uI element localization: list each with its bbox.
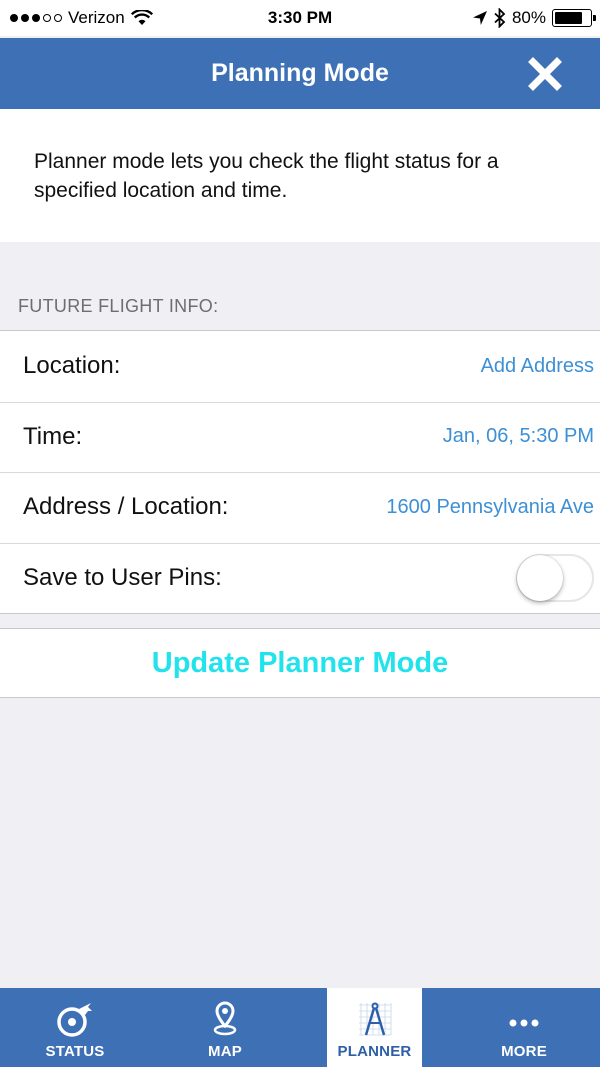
tab-map-label: MAP — [208, 1043, 242, 1060]
wifi-icon — [130, 10, 153, 25]
tab-status[interactable]: STATUS — [0, 988, 150, 1067]
battery-percent: 80% — [511, 8, 546, 27]
time-value[interactable]: Jan, 06, 5:30 PM — [443, 425, 594, 448]
address-value[interactable]: 1600 Pennsylvania Ave — [386, 496, 594, 519]
save-pins-label: Save to User Pins: — [23, 563, 222, 591]
bluetooth-icon — [494, 8, 506, 28]
planner-compass-icon — [355, 999, 395, 1039]
status-left: Verizon — [10, 8, 153, 28]
time-label: Time: — [23, 422, 83, 450]
section-header: FUTURE FLIGHT INFO: — [18, 296, 219, 316]
battery-icon — [552, 9, 596, 27]
status-right: 80% — [472, 8, 596, 28]
page-title: Planning Mode — [211, 59, 389, 87]
save-pins-toggle[interactable] — [516, 553, 594, 602]
flight-info-table: Location: Add Address Time: Jan, 06, 5:3… — [0, 330, 600, 614]
tab-status-label: STATUS — [45, 1043, 105, 1060]
time-row[interactable]: Time: Jan, 06, 5:30 PM — [0, 401, 600, 473]
tab-map[interactable]: MAP — [150, 988, 300, 1067]
tab-bar: STATUS MAP PLANNER MORE — [0, 988, 600, 1067]
intro-text: Planner mode lets you check the flight s… — [34, 150, 499, 202]
status-bar: Verizon 3:30 PM 80% — [0, 0, 600, 36]
location-label: Location: — [23, 352, 121, 380]
save-pins-row: Save to User Pins: — [0, 542, 600, 614]
add-address-link[interactable]: Add Address — [481, 355, 594, 378]
intro-panel: Planner mode lets you check the flight s… — [0, 109, 600, 242]
tab-more[interactable]: MORE — [449, 988, 599, 1067]
tab-planner-label: PLANNER — [337, 1043, 412, 1060]
status-plane-icon — [55, 999, 95, 1039]
close-button[interactable] — [528, 57, 562, 91]
signal-strength-icon — [10, 14, 62, 22]
planning-mode-screen: Verizon 3:30 PM 80% Planning Mode Planne… — [0, 0, 600, 1067]
close-x-icon — [528, 57, 562, 91]
update-planner-mode-button[interactable]: Update Planner Mode — [0, 628, 600, 698]
tab-planner[interactable]: PLANNER — [327, 988, 422, 1067]
location-row[interactable]: Location: Add Address — [0, 331, 600, 402]
location-arrow-icon — [472, 11, 487, 25]
more-dots-icon — [504, 999, 544, 1039]
toggle-knob — [517, 554, 563, 601]
carrier-name: Verizon — [68, 8, 125, 27]
tab-more-label: MORE — [501, 1043, 547, 1060]
address-row[interactable]: Address / Location: 1600 Pennsylvania Av… — [0, 472, 600, 543]
update-planner-mode-label: Update Planner Mode — [151, 646, 449, 679]
address-label: Address / Location: — [23, 493, 229, 521]
nav-bar: Planning Mode — [0, 38, 600, 109]
map-pin-icon — [205, 999, 245, 1039]
battery-fill — [555, 12, 583, 24]
